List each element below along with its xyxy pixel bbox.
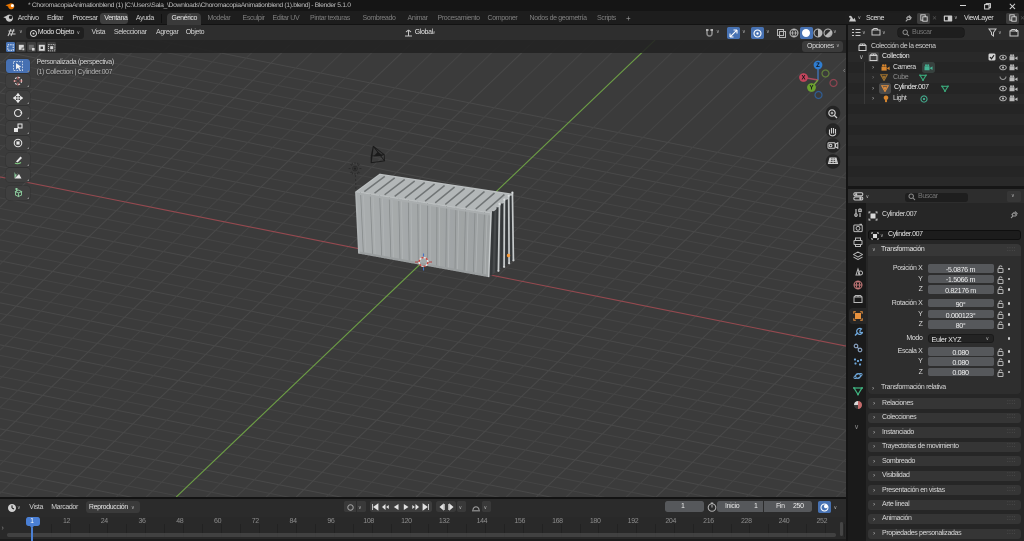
svg-text:Z: Z	[816, 63, 820, 69]
svg-text:Y: Y	[809, 86, 813, 92]
svg-text:X: X	[801, 76, 805, 82]
